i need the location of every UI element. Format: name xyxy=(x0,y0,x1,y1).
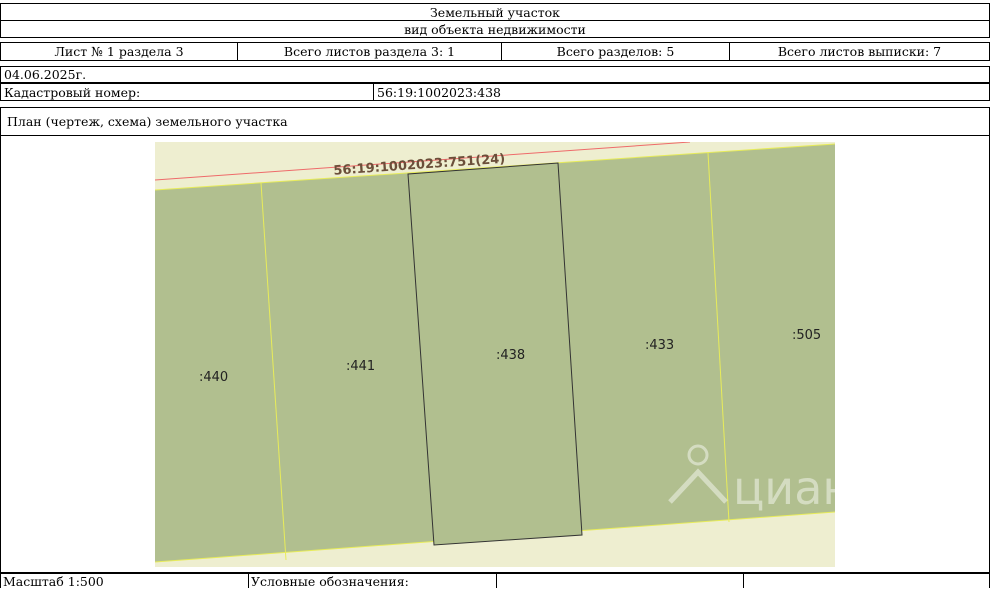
footer-row: Масштаб 1:500 Условные обозначения: xyxy=(0,573,990,589)
cadastral-value-cell: 56:19:1002023:438 xyxy=(374,84,989,100)
plan-drawing: 56:19:1002023:751(24) :440 :441 :438 :43… xyxy=(155,142,835,567)
sheet-number-text: Лист № 1 раздела 3 xyxy=(54,44,184,59)
plan-title-row: План (чертеж, схема) земельного участка xyxy=(1,108,989,136)
parcel-label-505: :505 xyxy=(792,328,821,343)
plan-title: План (чертеж, схема) земельного участка xyxy=(7,114,288,129)
sections-total-cell: Всего разделов: 5 xyxy=(502,43,730,60)
sheets-total-cell: Всего листов выписки: 7 xyxy=(730,43,989,60)
scale-text: Масштаб 1:500 xyxy=(3,573,104,589)
legend-text: Условные обозначения: xyxy=(251,573,409,589)
date-text: 04.06.2025г. xyxy=(4,67,87,82)
cadastral-label: Кадастровый номер: xyxy=(4,84,141,100)
cadastral-value: 56:19:1002023:438 xyxy=(377,84,501,100)
sheet-info-row: Лист № 1 раздела 3 Всего листов раздела … xyxy=(0,42,990,61)
parcel-label-433: :433 xyxy=(645,338,674,353)
cadastral-row: Кадастровый номер: 56:19:1002023:438 xyxy=(0,83,990,101)
sections-total-text: Всего разделов: 5 xyxy=(556,44,675,59)
legend-cell: Условные обозначения: xyxy=(249,573,497,589)
sheets-in-section-text: Всего листов раздела 3: 1 xyxy=(283,44,456,59)
date-row: 04.06.2025г. xyxy=(0,66,990,83)
plan-svg: 56:19:1002023:751(24) :440 :441 :438 :43… xyxy=(155,142,835,567)
object-type-text: Земельный участок xyxy=(430,4,560,20)
sheets-in-section-cell: Всего листов раздела 3: 1 xyxy=(238,43,502,60)
sheet-number-cell: Лист № 1 раздела 3 xyxy=(1,43,238,60)
sheets-total-text: Всего листов выписки: 7 xyxy=(777,44,942,59)
object-type-title: Земельный участок xyxy=(0,3,990,21)
legend-empty-cell xyxy=(497,574,744,588)
object-kind-text: вид объекта недвижимости xyxy=(404,21,586,37)
cadastral-label-cell: Кадастровый номер: xyxy=(1,84,374,100)
subject-parcel-outline xyxy=(407,162,583,546)
watermark-text: циан xyxy=(733,461,835,515)
scale-cell: Масштаб 1:500 xyxy=(1,573,249,589)
object-kind-subtitle: вид объекта недвижимости xyxy=(0,20,990,38)
legend-empty-cell xyxy=(744,574,989,588)
parcel-label-438: :438 xyxy=(496,348,525,363)
parcel-label-440: :440 xyxy=(199,370,228,385)
parcel-label-441: :441 xyxy=(346,359,375,374)
